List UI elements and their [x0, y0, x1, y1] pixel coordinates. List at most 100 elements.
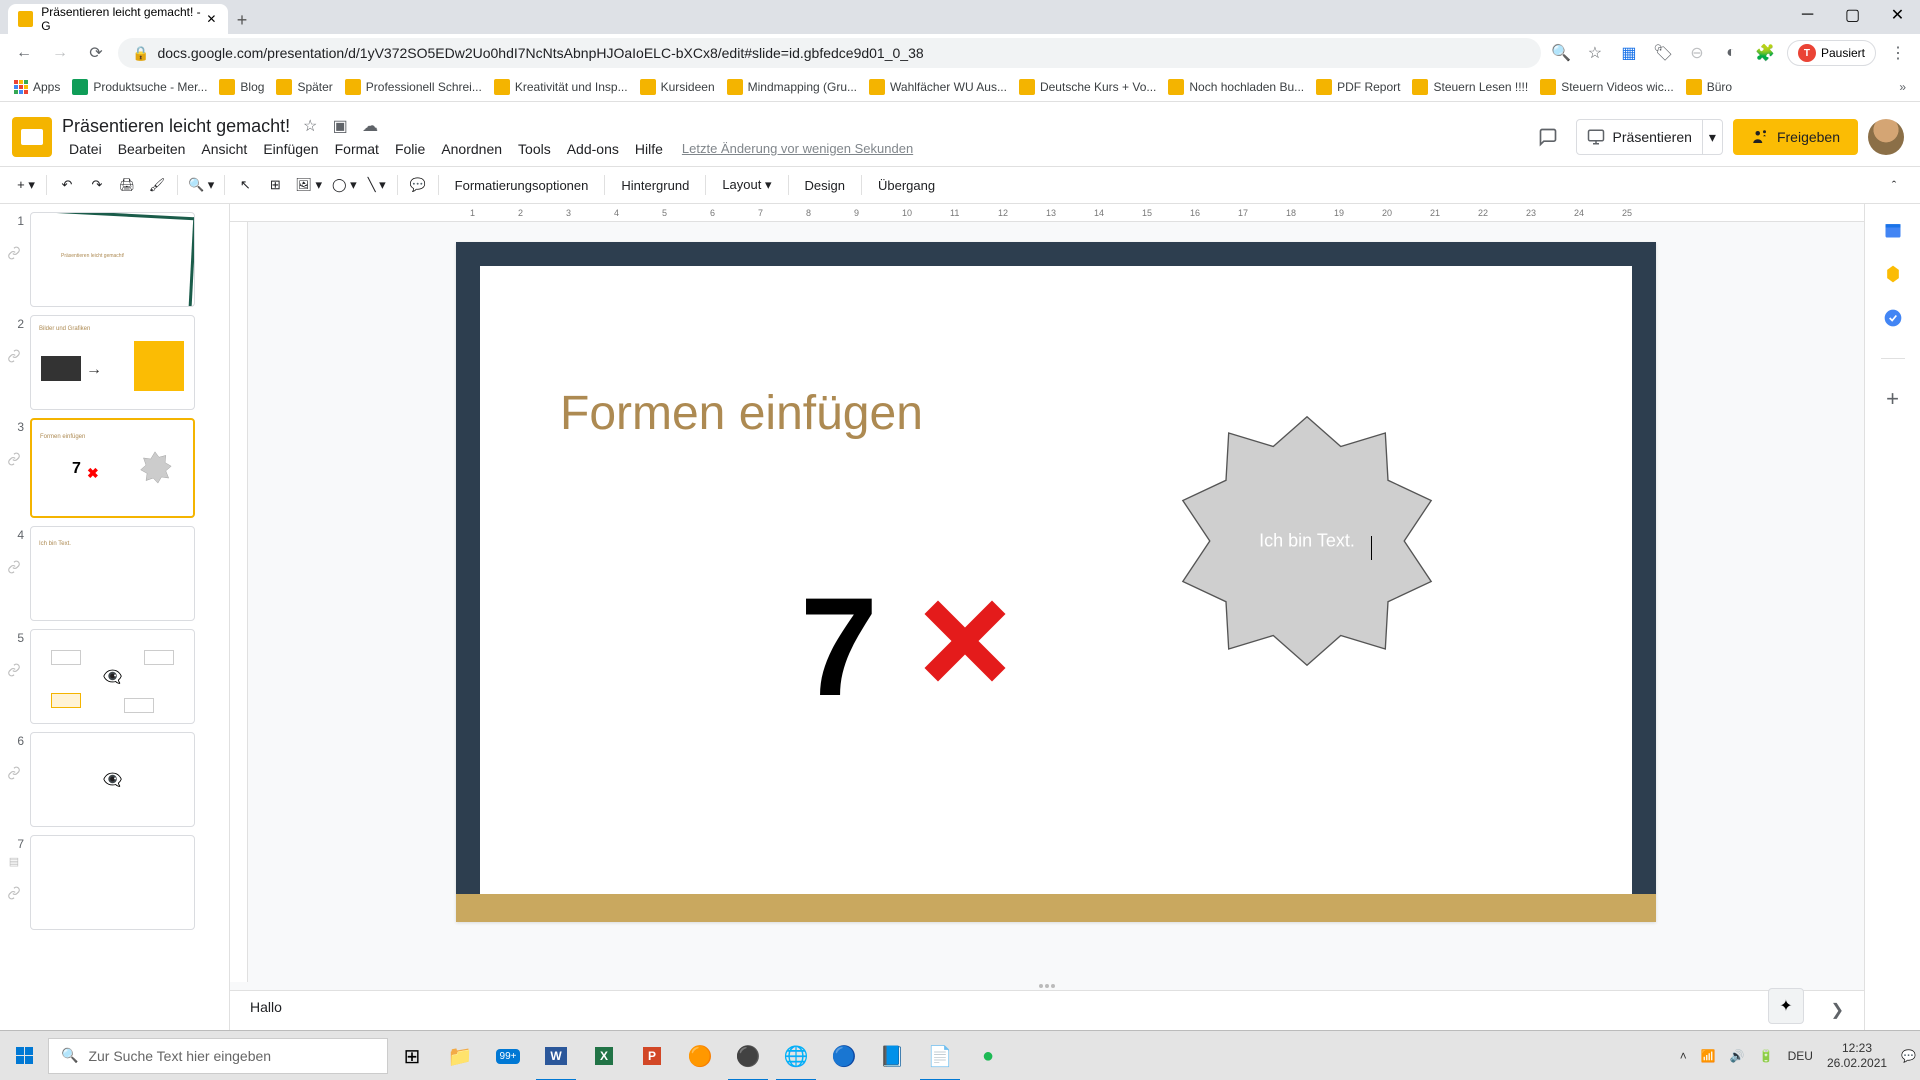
menu-addons[interactable]: Add-ons [560, 139, 626, 159]
transition-button[interactable]: Übergang [868, 178, 945, 193]
cloud-saved-icon[interactable]: ☁ [360, 116, 380, 136]
bookmark-item[interactable]: Deutsche Kurs + Vo... [1019, 79, 1156, 95]
slide-thumbnail-4[interactable]: Ich bin Text. [30, 526, 195, 621]
slide-thumbnail-3[interactable]: Formen einfügen7✖ [30, 418, 195, 518]
bookmark-item[interactable]: Büro [1686, 79, 1732, 95]
back-button[interactable]: ← [10, 39, 38, 67]
bookmark-item[interactable]: Wahlfächer WU Aus... [869, 79, 1007, 95]
explorer-icon[interactable]: 📁 [436, 1031, 484, 1080]
bookmark-item[interactable]: Noch hochladen Bu... [1168, 79, 1304, 95]
format-options-button[interactable]: Formatierungsoptionen [445, 178, 599, 193]
language-indicator[interactable]: DEU [1788, 1049, 1813, 1063]
obs-icon[interactable]: ⚫ [724, 1031, 772, 1080]
excel-icon[interactable]: X [580, 1031, 628, 1080]
tray-chevron-icon[interactable]: ˄ [1680, 1049, 1687, 1063]
powerpoint-icon[interactable]: P [628, 1031, 676, 1080]
forward-button[interactable]: → [46, 39, 74, 67]
wifi-icon[interactable]: 📶 [1701, 1049, 1716, 1063]
paint-format-button[interactable]: 🖌 [143, 171, 171, 199]
select-tool-button[interactable]: ↖ [231, 171, 259, 199]
bookmarks-overflow-button[interactable]: » [1899, 80, 1906, 94]
textbox-button[interactable]: ⊞ [261, 171, 289, 199]
bookmark-item[interactable]: Blog [219, 79, 264, 95]
account-avatar[interactable] [1868, 119, 1904, 155]
present-caret-button[interactable]: ▾ [1702, 120, 1722, 154]
slide-thumbnail-1[interactable]: Präsentieren leicht gemacht! [30, 212, 195, 307]
slide-thumbnail-panel[interactable]: 1 Präsentieren leicht gemacht! 2 Bilder … [0, 204, 230, 1030]
taskbar-app-icon[interactable]: 🟠 [676, 1031, 724, 1080]
minimize-button[interactable]: ─ [1785, 0, 1830, 30]
zoom-button[interactable]: 🔍 ▾ [184, 171, 218, 199]
document-title[interactable]: Präsentieren leicht gemacht! [62, 116, 290, 137]
speaker-notes[interactable]: Hallo [230, 990, 1864, 1030]
battery-icon[interactable]: 🔋 [1759, 1049, 1774, 1063]
taskbar-app-icon[interactable]: 99+ [484, 1031, 532, 1080]
menu-tools[interactable]: Tools [511, 139, 558, 159]
apps-bookmark[interactable]: Apps [14, 80, 60, 94]
tasks-icon[interactable] [1881, 306, 1905, 330]
notepad-icon[interactable]: 📄 [916, 1031, 964, 1080]
collapse-toolbar-button[interactable]: ˆ [1880, 171, 1908, 199]
edge-icon[interactable]: 🔵 [820, 1031, 868, 1080]
next-slide-button[interactable]: ❯ [1831, 1000, 1844, 1020]
menu-datei[interactable]: Datei [62, 139, 109, 159]
word-icon[interactable]: W [532, 1031, 580, 1080]
slide-thumbnail-5[interactable]: 👁‍🗨 [30, 629, 195, 724]
zoom-icon[interactable]: 🔍 [1549, 41, 1573, 65]
menu-bearbeiten[interactable]: Bearbeiten [111, 139, 193, 159]
menu-einfuegen[interactable]: Einfügen [256, 139, 325, 159]
menu-hilfe[interactable]: Hilfe [628, 139, 670, 159]
slide-thumbnail-7[interactable] [30, 835, 195, 930]
menu-format[interactable]: Format [328, 139, 386, 159]
redo-button[interactable]: ↷ [83, 171, 111, 199]
bookmark-item[interactable]: Mindmapping (Gru... [727, 79, 857, 95]
qr-icon[interactable]: ▦ [1617, 41, 1641, 65]
shape-button[interactable]: ◯ ▾ [328, 171, 361, 199]
design-button[interactable]: Design [795, 178, 855, 193]
windows-search-input[interactable]: 🔍 Zur Suche Text hier eingeben [48, 1038, 388, 1074]
slide-thumbnail-6[interactable]: 👁‍🗨 [30, 732, 195, 827]
menu-ansicht[interactable]: Ansicht [194, 139, 254, 159]
slide-title-text[interactable]: Formen einfügen [560, 386, 923, 441]
move-icon[interactable]: ▣ [330, 116, 350, 136]
bookmark-item[interactable]: Kreativität und Insp... [494, 79, 628, 95]
chrome-icon[interactable]: 🌐 [772, 1031, 820, 1080]
line-button[interactable]: ╲ ▾ [363, 171, 391, 199]
close-window-button[interactable]: ✕ [1875, 0, 1920, 30]
slide-thumbnail-2[interactable]: Bilder und Grafiken→ [30, 315, 195, 410]
bookmark-item[interactable]: Kursideen [640, 79, 715, 95]
notes-resize-handle[interactable] [230, 982, 1864, 990]
bookmark-item[interactable]: PDF Report [1316, 79, 1400, 95]
bookmark-item[interactable]: Steuern Lesen !!!! [1412, 79, 1528, 95]
comment-button[interactable]: 💬 [404, 171, 432, 199]
undo-button[interactable]: ↶ [53, 171, 81, 199]
add-addon-button[interactable]: + [1881, 387, 1905, 411]
reload-button[interactable]: ⟳ [82, 39, 110, 67]
red-cross-shape[interactable] [920, 596, 1010, 686]
bookmark-item[interactable]: Später [276, 79, 332, 95]
maximize-button[interactable]: ▢ [1830, 0, 1875, 30]
shape-text-content[interactable]: Ich bin Text. [1259, 531, 1355, 552]
chrome-menu-button[interactable]: ⋮ [1886, 41, 1910, 65]
bookmark-item[interactable]: Produktsuche - Mer... [72, 79, 207, 95]
horizontal-ruler[interactable]: 1234567891011121314151617181920212223242… [230, 204, 1864, 222]
background-button[interactable]: Hintergrund [611, 178, 699, 193]
browser-tab[interactable]: Präsentieren leicht gemacht! - G ✕ [8, 4, 228, 34]
comments-button[interactable] [1530, 119, 1566, 155]
bookmark-item[interactable]: Professionell Schrei... [345, 79, 482, 95]
layout-button[interactable]: Layout ▾ [712, 177, 781, 193]
star-icon[interactable]: ☆ [300, 116, 320, 136]
url-input[interactable]: 🔒 docs.google.com/presentation/d/1yV372S… [118, 38, 1541, 68]
new-tab-button[interactable]: + [228, 6, 256, 34]
big-number-text[interactable]: 7 [800, 566, 878, 728]
close-icon[interactable]: ✕ [205, 12, 218, 26]
last-edit-link[interactable]: Letzte Änderung vor wenigen Sekunden [682, 141, 913, 156]
vertical-ruler[interactable] [230, 222, 248, 982]
extensions-puzzle-icon[interactable]: 🧩 [1753, 41, 1777, 65]
explore-button[interactable]: ✦ [1768, 988, 1804, 1024]
task-view-button[interactable]: ⊞ [388, 1031, 436, 1080]
image-button[interactable]: 🖼 ▾ [291, 171, 326, 199]
extension-icon-2[interactable]: ⊖ [1685, 41, 1709, 65]
star-icon[interactable]: ☆ [1583, 41, 1607, 65]
share-button[interactable]: Freigeben [1733, 119, 1858, 155]
